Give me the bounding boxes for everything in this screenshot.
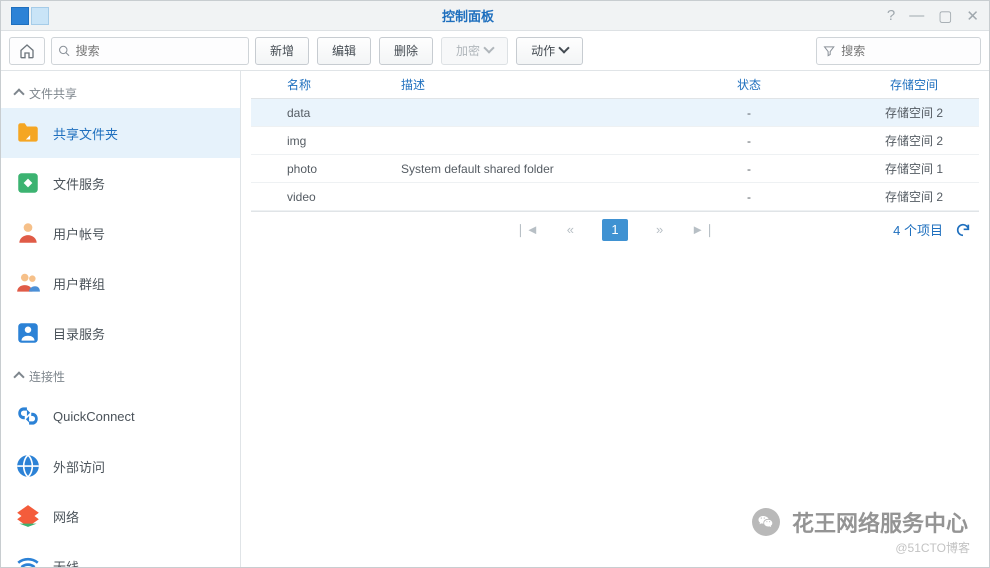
cell-storage: 存储空间 2 [849, 104, 979, 121]
pager-prev[interactable]: « [567, 222, 574, 237]
sidebar-item-shared-folder[interactable]: 共享文件夹 [1, 108, 240, 158]
main-panel: 名称 描述 状态 存储空间 data-存储空间 2img-存储空间 2photo… [241, 71, 989, 567]
sidebar-item-label: 目录服务 [53, 324, 105, 343]
table-row[interactable]: img -存储空间 2 [251, 127, 979, 155]
cell-status: - [649, 134, 849, 148]
refresh-icon[interactable] [955, 222, 971, 238]
window-title: 控制面板 [49, 6, 887, 25]
help-icon[interactable]: ? [887, 7, 895, 25]
app-icons [11, 7, 49, 25]
sidebar-item-quickconnect[interactable]: QuickConnect [1, 391, 240, 441]
sidebar-item-label: 网络 [53, 507, 79, 526]
pager-current[interactable]: 1 [602, 219, 628, 241]
table-row[interactable]: photoSystem default shared folder-存储空间 1 [251, 155, 979, 183]
chevron-down-icon [485, 44, 493, 58]
create-label: 新增 [270, 42, 294, 59]
section-file-sharing[interactable]: 文件共享 [1, 75, 240, 108]
sidebar-item-file-service[interactable]: 文件服务 [1, 158, 240, 208]
create-button[interactable]: 新增 [255, 37, 309, 65]
sidebar: 文件共享 共享文件夹 文件服务 用户帐号 [1, 71, 241, 567]
search-icon [58, 44, 71, 58]
shared-folder-icon [15, 120, 41, 146]
app-icon [11, 7, 29, 25]
wireless-icon [15, 553, 41, 567]
cell-name: data [251, 106, 401, 120]
encrypt-button[interactable]: 加密 [441, 37, 508, 65]
action-label: 动作 [531, 42, 555, 59]
edit-label: 编辑 [332, 42, 356, 59]
sidebar-item-directory[interactable]: 目录服务 [1, 308, 240, 358]
cell-storage: 存储空间 2 [849, 132, 979, 149]
user-group-icon [15, 270, 41, 296]
quickconnect-icon [15, 403, 41, 429]
minimize-icon[interactable]: — [909, 7, 924, 25]
cell-storage: 存储空间 2 [849, 188, 979, 205]
sidebar-item-label: 用户帐号 [53, 224, 105, 243]
chevron-up-icon [15, 370, 23, 384]
folder-table: 名称 描述 状态 存储空间 data-存储空间 2img-存储空间 2photo… [251, 71, 979, 211]
chevron-down-icon [560, 44, 568, 58]
sidebar-item-wireless[interactable]: 无线 [1, 541, 240, 567]
col-name[interactable]: 名称 [251, 76, 401, 93]
sidebar-item-user-group[interactable]: 用户群组 [1, 258, 240, 308]
maximize-icon[interactable]: ▢ [938, 7, 952, 25]
item-count: 4 个项目 [893, 220, 943, 239]
filter-search[interactable] [816, 37, 981, 65]
cell-name: photo [251, 162, 401, 176]
table-row[interactable]: video -存储空间 2 [251, 183, 979, 211]
table-row[interactable]: data -存储空间 2 [251, 99, 979, 127]
filter-icon [823, 44, 835, 58]
col-desc[interactable]: 描述 [401, 76, 649, 93]
sidebar-item-label: 共享文件夹 [53, 124, 118, 143]
search-input[interactable] [76, 44, 242, 58]
sidebar-item-network[interactable]: 网络 [1, 491, 240, 541]
edit-button[interactable]: 编辑 [317, 37, 371, 65]
cell-name: img [251, 134, 401, 148]
cell-status: - [649, 190, 849, 204]
cell-desc: System default shared folder [401, 162, 649, 176]
sidebar-item-label: 外部访问 [53, 457, 105, 476]
cell-status: - [649, 106, 849, 120]
delete-button[interactable]: 删除 [379, 37, 433, 65]
action-button[interactable]: 动作 [516, 37, 583, 65]
table-header: 名称 描述 状态 存储空间 [251, 71, 979, 99]
section-label: 连接性 [29, 368, 65, 385]
sidebar-item-label: QuickConnect [53, 409, 135, 424]
cell-status: - [649, 162, 849, 176]
sidebar-search[interactable] [51, 37, 249, 65]
delete-label: 删除 [394, 42, 418, 59]
external-icon [15, 453, 41, 479]
sidebar-item-label: 无线 [53, 557, 79, 568]
file-service-icon [15, 170, 41, 196]
sidebar-item-label: 文件服务 [53, 174, 105, 193]
sidebar-item-user-account[interactable]: 用户帐号 [1, 208, 240, 258]
home-button[interactable] [9, 37, 45, 65]
home-icon [19, 43, 35, 59]
section-connectivity[interactable]: 连接性 [1, 358, 240, 391]
encrypt-label: 加密 [456, 42, 480, 59]
pager-next[interactable]: » [656, 222, 663, 237]
app-icon [31, 7, 49, 25]
cell-storage: 存储空间 1 [849, 160, 979, 177]
filter-input[interactable] [841, 44, 974, 58]
cell-name: video [251, 190, 401, 204]
titlebar: 控制面板 ? — ▢ ✕ [1, 1, 989, 31]
directory-icon [15, 320, 41, 346]
sidebar-item-external[interactable]: 外部访问 [1, 441, 240, 491]
chevron-up-icon [15, 87, 23, 101]
sidebar-item-label: 用户群组 [53, 274, 105, 293]
close-icon[interactable]: ✕ [966, 7, 979, 25]
section-label: 文件共享 [29, 85, 77, 102]
col-storage[interactable]: 存储空间 [849, 76, 979, 93]
pager: ❘◄ « 1 » ►❘ 4 个项目 [251, 211, 979, 247]
col-status[interactable]: 状态 [649, 76, 849, 93]
pager-first[interactable]: ❘◄ [515, 222, 539, 238]
user-account-icon [15, 220, 41, 246]
network-icon [15, 503, 41, 529]
pager-last[interactable]: ►❘ [691, 222, 715, 238]
